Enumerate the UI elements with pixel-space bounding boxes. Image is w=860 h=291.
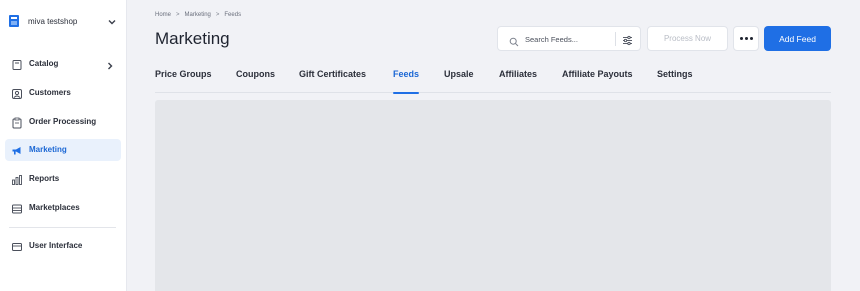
breadcrumb: Home > Marketing > Feeds bbox=[155, 12, 241, 18]
tab-gift-certificates[interactable]: Gift Certificates bbox=[299, 69, 366, 93]
sidebar: miva testshop Catalog Customers Order Pr… bbox=[0, 0, 127, 291]
sidebar-item-marketplaces[interactable]: Marketplaces bbox=[5, 197, 121, 219]
sidebar-item-label: Marketing bbox=[29, 145, 67, 154]
sidebar-item-label: Order Processing bbox=[29, 117, 97, 126]
add-feed-button[interactable]: Add Feed bbox=[764, 26, 831, 51]
filter-icon[interactable] bbox=[622, 33, 633, 51]
sidebar-item-label: Reports bbox=[29, 174, 60, 183]
breadcrumb-separator: > bbox=[176, 12, 180, 18]
tab-upsale[interactable]: Upsale bbox=[444, 69, 474, 93]
dot-icon bbox=[749, 37, 753, 40]
store-switcher[interactable]: miva testshop bbox=[9, 12, 121, 30]
chevron-right-icon bbox=[105, 58, 115, 76]
marketplaces-icon bbox=[11, 202, 23, 214]
search-icon bbox=[509, 34, 519, 52]
tab-coupons[interactable]: Coupons bbox=[236, 69, 275, 93]
tab-feeds[interactable]: Feeds bbox=[393, 69, 420, 94]
chevron-down-icon[interactable] bbox=[107, 14, 117, 32]
tab-bar: Price Groups Coupons Gift Certificates F… bbox=[155, 69, 831, 94]
store-name: miva testshop bbox=[28, 16, 78, 26]
sidebar-item-order-processing[interactable]: Order Processing bbox=[5, 111, 121, 133]
tab-affiliates[interactable]: Affiliates bbox=[499, 69, 537, 93]
search-box[interactable]: Search Feeds... bbox=[497, 26, 641, 51]
tab-settings[interactable]: Settings bbox=[657, 69, 693, 93]
catalog-icon bbox=[11, 58, 23, 70]
sidebar-item-reports[interactable]: Reports bbox=[5, 168, 121, 190]
breadcrumb-separator: > bbox=[215, 12, 220, 18]
sidebar-item-label: User Interface bbox=[29, 241, 83, 250]
customers-icon bbox=[11, 87, 23, 99]
tab-affiliate-payouts[interactable]: Affiliate Payouts bbox=[562, 69, 633, 93]
feeds-content-panel bbox=[155, 100, 831, 291]
search-input[interactable]: Search Feeds... bbox=[525, 35, 578, 44]
sidebar-divider bbox=[9, 227, 116, 228]
breadcrumb-home[interactable]: Home bbox=[155, 12, 171, 18]
clipboard-icon bbox=[11, 116, 23, 129]
sidebar-item-catalog[interactable]: Catalog bbox=[5, 53, 121, 75]
breadcrumb-feeds: Feeds bbox=[224, 12, 242, 18]
reports-icon bbox=[11, 173, 23, 185]
sidebar-item-marketing[interactable]: Marketing bbox=[5, 139, 121, 161]
sidebar-item-customers[interactable]: Customers bbox=[5, 82, 121, 104]
megaphone-icon bbox=[11, 144, 23, 156]
window-icon bbox=[11, 240, 23, 252]
sidebar-item-label: Catalog bbox=[29, 59, 59, 68]
process-now-button[interactable]: Process Now bbox=[647, 26, 728, 51]
sidebar-item-user-interface[interactable]: User Interface bbox=[5, 235, 121, 257]
search-divider bbox=[615, 32, 616, 46]
more-options-button[interactable] bbox=[733, 26, 759, 51]
sidebar-item-label: Marketplaces bbox=[29, 203, 80, 212]
dot-icon bbox=[744, 37, 748, 40]
breadcrumb-marketing[interactable]: Marketing bbox=[185, 12, 211, 18]
tab-price-groups[interactable]: Price Groups bbox=[155, 69, 212, 93]
sidebar-item-label: Customers bbox=[29, 88, 71, 97]
dot-icon bbox=[739, 37, 743, 40]
store-icon bbox=[9, 15, 19, 27]
page-title: Marketing bbox=[155, 29, 230, 48]
